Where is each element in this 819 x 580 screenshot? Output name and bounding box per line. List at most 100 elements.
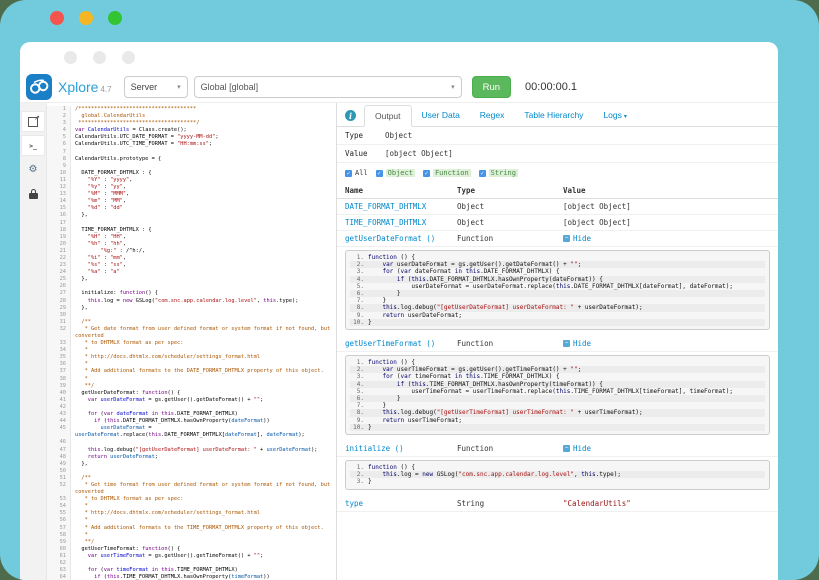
line-number: 57 xyxy=(47,525,71,532)
code-line: 50 xyxy=(47,468,336,475)
code-line: 43 for (var dateFormat in this.DATE_FORM… xyxy=(47,411,336,418)
app-window: Xplore 4.7 Server ▾ Global [global] ▾ Ru… xyxy=(20,42,778,580)
collapse-minus-icon: − xyxy=(563,445,570,452)
code-line: 7 xyxy=(47,149,336,156)
code-editor[interactable]: 1/*************************************2… xyxy=(47,103,337,580)
line-number: 29 xyxy=(47,305,71,312)
window-dot-icon xyxy=(64,51,77,64)
hide-label: Hide xyxy=(573,234,591,243)
code-line: 17 xyxy=(47,220,336,227)
source-line-number: 1. xyxy=(350,254,368,261)
result-row: initialize ()Function−Hide xyxy=(337,441,778,457)
result-value-row: Value [object Object] xyxy=(337,145,778,163)
result-name-link[interactable]: TIME_FORMAT_DHTMLX xyxy=(345,218,457,227)
code-line: 41 var userDateFormat = gs.getUser().get… xyxy=(47,397,336,404)
filter-checkbox-object[interactable]: ✓Object xyxy=(376,169,415,177)
code-line: 28 this.log = new GSLog("com.snc.app.cal… xyxy=(47,298,336,305)
lock-button[interactable] xyxy=(21,183,45,204)
info-icon[interactable]: i xyxy=(345,110,356,121)
scope-select[interactable]: Global [global] ▾ xyxy=(194,76,462,98)
result-value: [object Object] xyxy=(563,202,778,211)
tab-user-data[interactable]: User Data xyxy=(412,105,470,126)
settings-button[interactable]: ⚙ xyxy=(21,159,45,180)
checkbox-checked-icon: ✓ xyxy=(479,170,486,177)
source-line-number: 8. xyxy=(350,409,368,416)
tab-logs[interactable]: Logs▾ xyxy=(593,105,636,126)
output-panel: i OutputUser DataRegexTable HierarchyLog… xyxy=(337,103,778,580)
code-line: 37 * Add additional formats to the DATE_… xyxy=(47,368,336,375)
result-name-link[interactable]: DATE_FORMAT_DHTMLX xyxy=(345,202,457,211)
line-number: 20 xyxy=(47,241,71,248)
filter-label: Object xyxy=(386,169,415,177)
hide-code-link[interactable]: −Hide xyxy=(563,339,778,348)
source-line: 8. this.log.debug("[getUserDateFormat] u… xyxy=(350,304,765,311)
code-line: 46 xyxy=(47,439,336,446)
code-line: 31 /** xyxy=(47,319,336,326)
code-line: 27 initialize: function() { xyxy=(47,290,336,297)
line-number: 16 xyxy=(47,212,71,219)
code-line: 53 * to DHTMLX format as per spec: xyxy=(47,496,336,503)
chevron-down-icon: ▾ xyxy=(624,114,627,120)
result-name-link[interactable]: initialize () xyxy=(345,444,457,453)
hide-code-link[interactable]: −Hide xyxy=(563,444,778,453)
browser-frame: Xplore 4.7 Server ▾ Global [global] ▾ Ru… xyxy=(0,0,819,580)
line-number: 4 xyxy=(47,127,71,134)
run-button[interactable]: Run xyxy=(472,76,511,98)
code-line: 63 for (var timeFormat in this.TIME_FORM… xyxy=(47,567,336,574)
server-select[interactable]: Server ▾ xyxy=(124,76,188,98)
result-name-link[interactable]: getUserTimeFormat () xyxy=(345,339,457,348)
source-line-number: 6. xyxy=(350,290,368,297)
source-line: 2. var userDateFormat = gs.getUser().get… xyxy=(350,261,765,268)
source-line-number: 1. xyxy=(350,464,368,471)
code-line: 60 getUserTimeFormat: function() { xyxy=(47,546,336,553)
hide-code-link[interactable]: −Hide xyxy=(563,234,778,243)
line-number: 26 xyxy=(47,283,71,290)
code-line: 6CalendarUtils.UTC_TIME_FORMAT = "HH:mm:… xyxy=(47,141,336,148)
source-line-number: 2. xyxy=(350,366,368,373)
code-line: 14 "%m" : "MM", xyxy=(47,198,336,205)
source-line: 3.} xyxy=(350,478,765,485)
open-in-new-button[interactable]: ↗ xyxy=(21,111,45,132)
filter-checkbox-function[interactable]: ✓Function xyxy=(423,169,471,177)
source-line-number: 3. xyxy=(350,478,368,485)
source-line: 1.function () { xyxy=(350,359,765,366)
filter-checkbox-all[interactable]: ✓All xyxy=(345,169,368,177)
code-line: 47 this.log.debug("[getUserDateFormat] u… xyxy=(47,447,336,454)
console-button[interactable]: >_ xyxy=(21,135,45,156)
line-number: 7 xyxy=(47,149,71,156)
column-header-type: Type xyxy=(457,186,563,195)
source-line: 1.function () { xyxy=(350,254,765,261)
source-line-number: 7. xyxy=(350,402,368,409)
line-number: 22 xyxy=(47,255,71,262)
result-name-link[interactable]: getUserDateFormat () xyxy=(345,234,457,243)
zoom-traffic-light-icon[interactable] xyxy=(108,11,122,25)
value-value: [object Object] xyxy=(385,149,453,158)
scope-select-value: Global [global] xyxy=(201,82,259,92)
tab-output[interactable]: Output xyxy=(364,105,412,127)
line-number: 2 xyxy=(47,113,71,120)
code-line: 35 * http://docs.dhtmlx.com/scheduler/se… xyxy=(47,354,336,361)
source-line: 3. for (var dateFormat in this.DATE_FORM… xyxy=(350,268,765,275)
window-dot-icon xyxy=(93,51,106,64)
code-line: 54 * xyxy=(47,503,336,510)
code-line: 20 "%h" : "hh", xyxy=(47,241,336,248)
brand-name: Xplore xyxy=(58,79,98,95)
line-number: 19 xyxy=(47,234,71,241)
minimize-traffic-light-icon[interactable] xyxy=(79,11,93,25)
tab-regex[interactable]: Regex xyxy=(470,105,515,126)
line-number: 6 xyxy=(47,141,71,148)
filter-checkbox-string[interactable]: ✓String xyxy=(479,169,518,177)
source-line: 1.function () { xyxy=(350,464,765,471)
result-row: typeString"CalendarUtils" xyxy=(337,496,778,512)
line-number: 14 xyxy=(47,198,71,205)
code-line: 56 * xyxy=(47,517,336,524)
line-number: 61 xyxy=(47,553,71,560)
source-line: 5. userDateFormat = userDateFormat.repla… xyxy=(350,283,765,290)
tab-table-hierarchy[interactable]: Table Hierarchy xyxy=(514,105,593,126)
result-name-link[interactable]: type xyxy=(345,499,457,508)
source-line-number: 6. xyxy=(350,395,368,402)
source-line-number: 10. xyxy=(350,319,368,326)
code-line: 12 "%y" : "yy", xyxy=(47,184,336,191)
result-value: [object Object] xyxy=(563,218,778,227)
close-traffic-light-icon[interactable] xyxy=(50,11,64,25)
